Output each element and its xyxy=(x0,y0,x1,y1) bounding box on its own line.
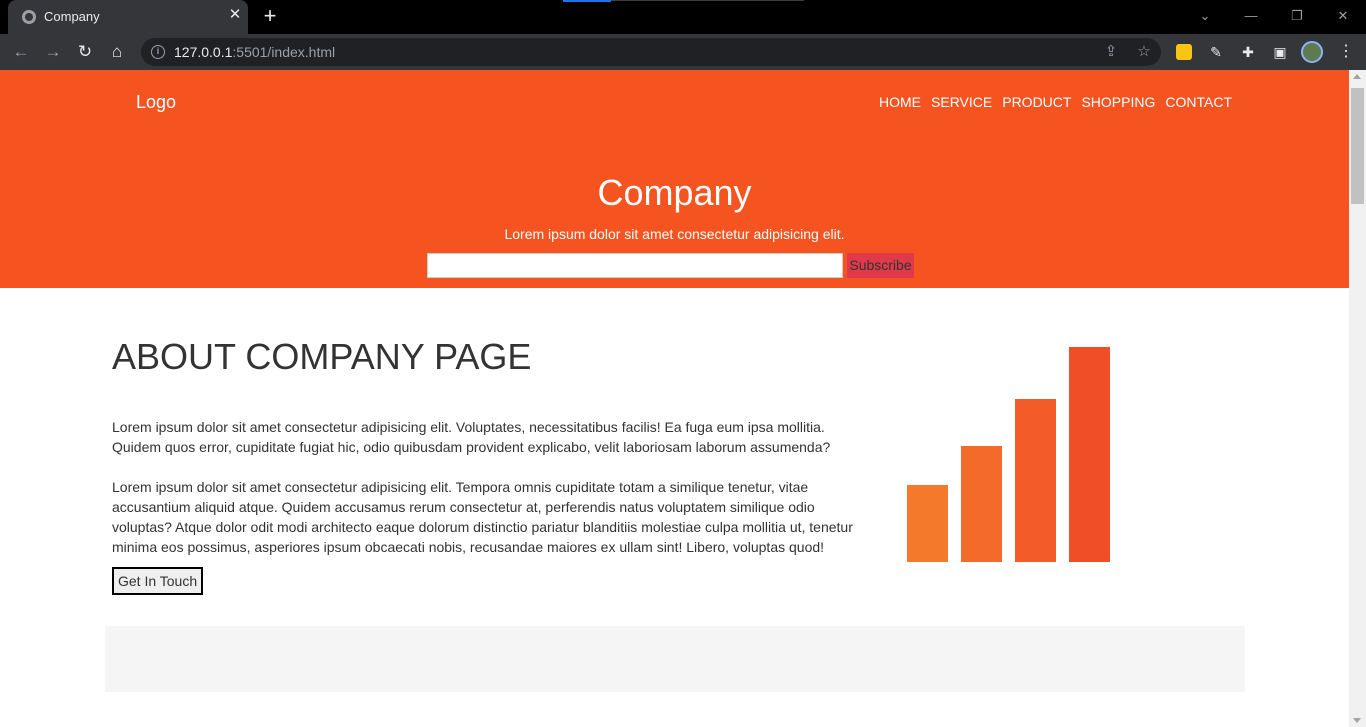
graph-bar-4 xyxy=(1069,347,1110,562)
close-tab-icon[interactable]: ✕ xyxy=(226,6,244,24)
profile-avatar[interactable] xyxy=(1301,41,1323,63)
puzzle-extension-icon[interactable]: ✚ xyxy=(1238,42,1258,62)
subscribe-input[interactable] xyxy=(427,253,843,278)
back-icon[interactable]: ← xyxy=(10,41,32,63)
info-icon[interactable]: i xyxy=(151,45,165,59)
window-close-icon[interactable]: ✕ xyxy=(1332,6,1354,26)
subscribe-button[interactable]: Subscribe xyxy=(847,253,914,278)
hero-section: Logo HOME SERVICE PRODUCT SHOPPING CONTA… xyxy=(0,70,1349,288)
share-icon[interactable]: ⇪ xyxy=(1101,42,1121,62)
footer-band xyxy=(105,626,1245,692)
tab-strip-indicator xyxy=(563,0,611,2)
sidebar-icon[interactable]: ▣ xyxy=(1270,42,1290,62)
about-title: ABOUT COMPANY PAGE xyxy=(112,336,532,377)
restore-icon[interactable]: ❐ xyxy=(1286,6,1308,26)
page-scrollbar[interactable] xyxy=(1349,70,1366,727)
menu-icon[interactable]: ⋮ xyxy=(1336,42,1356,62)
scroll-down-arrow[interactable] xyxy=(1353,718,1361,723)
nav-product[interactable]: PRODUCT xyxy=(1002,94,1071,110)
about-paragraph-1: Lorem ipsum dolor sit amet consectetur a… xyxy=(112,419,831,455)
graph-bar-2 xyxy=(961,446,1002,562)
tab-strip-divider xyxy=(611,0,804,1)
nav-contact[interactable]: CONTACT xyxy=(1165,94,1232,110)
browser-titlebar: Company ✕ + ⌄ — ❐ ✕ xyxy=(0,0,1366,34)
minimize-icon[interactable]: — xyxy=(1240,6,1262,26)
address-bar[interactable]: i 127.0.0.1:5501/index.html ⇪ ☆ xyxy=(141,38,1161,66)
hero-title: Company xyxy=(597,172,752,213)
url-text[interactable]: 127.0.0.1:5501/index.html xyxy=(174,44,335,60)
get-in-touch-button[interactable]: Get In Touch xyxy=(112,567,204,595)
nav-shopping[interactable]: SHOPPING xyxy=(1081,94,1155,110)
browser-tab[interactable]: Company ✕ xyxy=(8,0,248,34)
graph-bar-3 xyxy=(1015,399,1056,562)
bar-graph-illustration xyxy=(907,347,1110,562)
tab-search-icon[interactable]: ⌄ xyxy=(1194,6,1216,26)
pen-extension-icon[interactable]: ✎ xyxy=(1206,42,1226,62)
hero-subtitle: Lorem ipsum dolor sit amet consectetur a… xyxy=(504,226,845,242)
page-viewport: Logo HOME SERVICE PRODUCT SHOPPING CONTA… xyxy=(0,70,1349,727)
keep-extension-icon[interactable] xyxy=(1176,44,1192,60)
scroll-thumb[interactable] xyxy=(1351,88,1364,204)
globe-icon xyxy=(22,10,36,24)
forward-icon[interactable]: → xyxy=(42,41,64,63)
tab-title: Company xyxy=(44,9,100,24)
scroll-up-arrow[interactable] xyxy=(1353,74,1361,79)
graph-bar-1 xyxy=(907,485,948,562)
browser-toolbar: ← → ↻ ⌂ i 127.0.0.1:5501/index.html ⇪ ☆ … xyxy=(0,34,1366,70)
main-nav: HOME SERVICE PRODUCT SHOPPING CONTACT xyxy=(879,94,1232,110)
nav-service[interactable]: SERVICE xyxy=(931,94,992,110)
home-icon[interactable]: ⌂ xyxy=(106,41,128,63)
new-tab-icon[interactable]: + xyxy=(258,5,282,29)
site-logo[interactable]: Logo xyxy=(136,92,176,113)
nav-home[interactable]: HOME xyxy=(879,94,921,110)
reload-icon[interactable]: ↻ xyxy=(74,41,96,63)
star-icon[interactable]: ☆ xyxy=(1134,42,1154,62)
about-paragraph-2: Lorem ipsum dolor sit amet consectetur a… xyxy=(112,479,853,555)
